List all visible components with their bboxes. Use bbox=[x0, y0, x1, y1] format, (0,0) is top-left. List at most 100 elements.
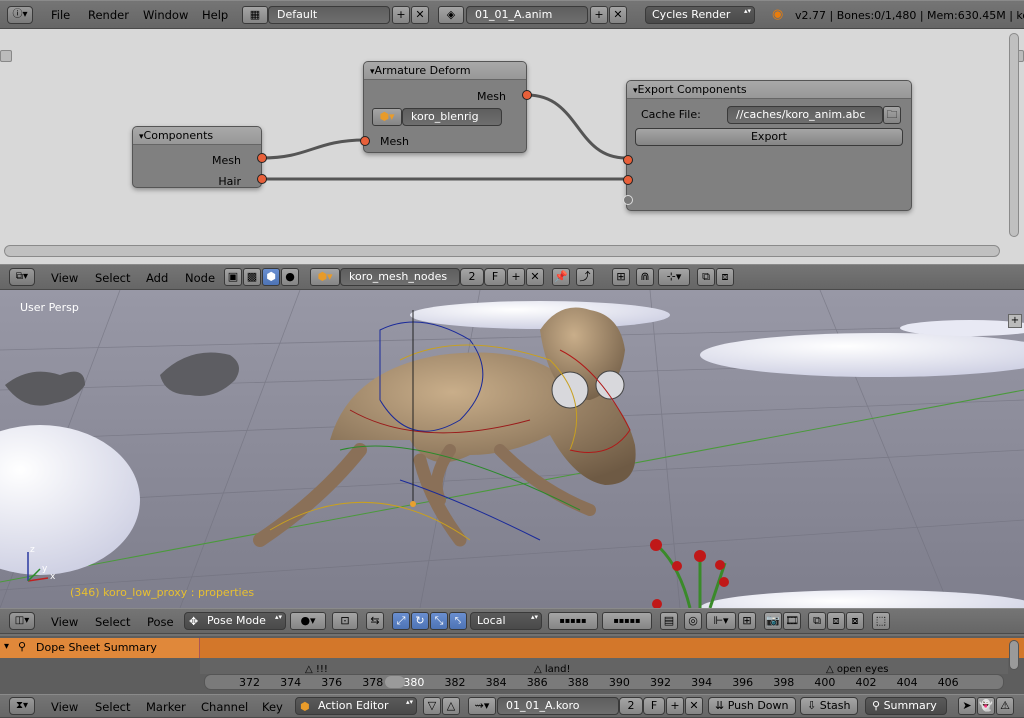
keyingset-icon[interactable]: ⬚ bbox=[872, 612, 890, 630]
remove-screen-icon[interactable]: ✕ bbox=[411, 6, 429, 24]
remove-scene-icon[interactable]: ✕ bbox=[609, 6, 627, 24]
armature-input-mesh-socket[interactable] bbox=[360, 136, 370, 146]
menu-help[interactable]: Help bbox=[202, 8, 228, 22]
snap-target-3d-icon[interactable]: ⊞ bbox=[738, 612, 756, 630]
components-hair-socket[interactable] bbox=[257, 174, 267, 184]
armature-object-field[interactable]: koro_blenrig bbox=[402, 108, 502, 126]
snap-element-icon[interactable]: ⊩▾ bbox=[706, 612, 736, 630]
node-tree-name-field[interactable]: koro_mesh_nodes bbox=[340, 268, 460, 286]
view3d-menu-view[interactable]: View bbox=[51, 615, 78, 629]
scale-manipulator-icon[interactable]: ⤡ bbox=[430, 612, 448, 630]
action-unlink-icon[interactable]: ✕ bbox=[685, 697, 703, 715]
export-components-title[interactable]: Export Components bbox=[627, 81, 911, 99]
tree-type-shader-icon[interactable]: ▣ bbox=[224, 268, 242, 286]
copy-pose-icon[interactable]: ⧉ bbox=[808, 612, 826, 630]
action-add-icon[interactable]: + bbox=[666, 697, 684, 715]
node-tree-datablock-icon[interactable]: ⬢▾ bbox=[310, 268, 340, 286]
node-tree-fake-user[interactable]: F bbox=[484, 268, 506, 286]
export-button[interactable]: Export bbox=[635, 128, 903, 146]
export-input-hair-socket[interactable] bbox=[623, 175, 633, 185]
render-engine-select[interactable]: Cycles Render bbox=[645, 6, 755, 24]
export-input-mesh-socket[interactable] bbox=[623, 155, 633, 165]
node-editor-vscrollbar[interactable] bbox=[1009, 33, 1019, 237]
view3d-menu-select[interactable]: Select bbox=[95, 615, 130, 629]
snap-target-icon[interactable]: ⊹▾ bbox=[658, 268, 690, 286]
node-menu-select[interactable]: Select bbox=[95, 271, 130, 285]
tree-type-texture-icon[interactable]: ▩ bbox=[243, 268, 261, 286]
dope-menu-marker[interactable]: Marker bbox=[146, 700, 186, 714]
pivot-point-icon[interactable]: ⊡ bbox=[332, 612, 358, 630]
node-menu-node[interactable]: Node bbox=[185, 271, 215, 285]
node-menu-view[interactable]: View bbox=[51, 271, 78, 285]
dope-menu-channel[interactable]: Channel bbox=[201, 700, 248, 714]
add-screen-icon[interactable]: + bbox=[392, 6, 410, 24]
menu-file[interactable]: File bbox=[51, 8, 70, 22]
node-editor[interactable]: Components Mesh Hair Armature Deform Mes… bbox=[0, 29, 1024, 264]
lock-camera-icon[interactable]: ▤ bbox=[660, 612, 678, 630]
action-fake-user[interactable]: F bbox=[643, 697, 665, 715]
copy-nodes-icon[interactable]: ⧉ bbox=[697, 268, 715, 286]
dopesheet-mode-select[interactable]: Action Editor bbox=[295, 697, 417, 715]
stash-button[interactable]: ⇩ Stash bbox=[800, 697, 858, 715]
rotate-manipulator-icon[interactable]: ↻ bbox=[411, 612, 429, 630]
prev-layer-icon[interactable]: ▽ bbox=[423, 697, 441, 715]
screen-layout-icon[interactable]: ▦ bbox=[242, 6, 268, 24]
action-name-field[interactable]: 01_01_A.koro bbox=[497, 697, 619, 715]
next-layer-icon[interactable]: △ bbox=[442, 697, 460, 715]
3d-viewport[interactable]: User Persp z y x (346) koro_low_proxy : … bbox=[0, 290, 1024, 608]
view3d-menu-pose[interactable]: Pose bbox=[147, 615, 174, 629]
left-edge-handle[interactable] bbox=[0, 50, 12, 62]
menu-window[interactable]: Window bbox=[143, 8, 188, 22]
components-mesh-socket[interactable] bbox=[257, 153, 267, 163]
armature-output-mesh-socket[interactable] bbox=[522, 90, 532, 100]
node-editor-hscrollbar[interactable] bbox=[4, 245, 1000, 257]
file-browse-icon[interactable]: 🗀 bbox=[883, 106, 901, 124]
summary-toggle-button[interactable]: ⚲ Summary bbox=[865, 697, 947, 715]
armature-object-icon[interactable]: ⬢▾ bbox=[372, 108, 402, 126]
add-scene-icon[interactable]: + bbox=[590, 6, 608, 24]
mode-select[interactable]: Pose Mode bbox=[184, 612, 286, 630]
viewport-corner-plus-icon[interactable]: + bbox=[1008, 314, 1022, 328]
export-components-node[interactable]: Export Components Cache File: //caches/k… bbox=[623, 80, 912, 211]
manipulator-toggle-icon[interactable]: ⇆ bbox=[366, 612, 384, 630]
snap-icon[interactable]: ⋒ bbox=[636, 268, 654, 286]
components-node[interactable]: Components Mesh Hair bbox=[132, 126, 267, 188]
action-browse-icon[interactable]: ⇝▾ bbox=[468, 697, 496, 715]
paste-nodes-icon[interactable]: ⧈ bbox=[716, 268, 734, 286]
current-frame-indicator[interactable] bbox=[385, 676, 405, 688]
editor-type-info-button[interactable]: ⓘ▾ bbox=[7, 6, 33, 24]
node-menu-add[interactable]: Add bbox=[146, 271, 168, 285]
push-down-button[interactable]: ⇊ Push Down bbox=[708, 697, 796, 715]
only-errors-icon[interactable]: ⚠ bbox=[996, 697, 1014, 715]
menu-render[interactable]: Render bbox=[88, 8, 129, 22]
dope-menu-key[interactable]: Key bbox=[262, 700, 283, 714]
translate-manipulator-icon[interactable]: ⤢ bbox=[392, 612, 410, 630]
editor-type-3dview-button[interactable]: ◫▾ bbox=[9, 612, 35, 630]
action-users[interactable]: 2 bbox=[619, 697, 643, 715]
tree-type-compositor-icon[interactable]: ● bbox=[281, 268, 299, 286]
cache-file-field[interactable]: //caches/koro_anim.abc bbox=[727, 106, 883, 124]
tree-type-object-icon[interactable]: ⬢ bbox=[262, 268, 280, 286]
render-still-icon[interactable]: 📷 bbox=[764, 612, 782, 630]
components-node-title[interactable]: Components bbox=[133, 127, 261, 145]
pin-icon[interactable]: 📌 bbox=[552, 268, 570, 286]
screen-layout-field[interactable]: Default bbox=[268, 6, 390, 24]
scene-icon[interactable]: ◈ bbox=[438, 6, 464, 24]
only-selected-icon[interactable]: ➤ bbox=[958, 697, 976, 715]
armature-deform-node[interactable]: Armature Deform Mesh ⬢▾ koro_blenrig Mes… bbox=[360, 61, 532, 153]
export-input-empty-socket[interactable] bbox=[623, 195, 633, 205]
paste-pose-icon[interactable]: ⧈ bbox=[827, 612, 845, 630]
editor-type-dopesheet-button[interactable]: ⧗▾ bbox=[9, 697, 35, 715]
editor-type-node-button[interactable]: ⧉▾ bbox=[9, 268, 35, 286]
dopesheet-vscrollbar[interactable] bbox=[1009, 640, 1019, 670]
paste-flipped-pose-icon[interactable]: ⧇ bbox=[846, 612, 864, 630]
parent-tree-icon[interactable]: ⤴ bbox=[576, 268, 594, 286]
node-tree-users[interactable]: 2 bbox=[460, 268, 484, 286]
transform-manipulator-icon[interactable]: ⤣ bbox=[449, 612, 467, 630]
layers-grid-right-icon[interactable]: ▪▪▪▪▪ bbox=[602, 612, 652, 630]
scene-field[interactable]: 01_01_A.anim bbox=[466, 6, 588, 24]
show-hidden-icon[interactable]: 👻 bbox=[977, 697, 995, 715]
expand-summary-icon[interactable]: ▾ bbox=[4, 641, 9, 652]
backdrop-icon[interactable]: ⊞ bbox=[612, 268, 630, 286]
dope-menu-select[interactable]: Select bbox=[95, 700, 130, 714]
